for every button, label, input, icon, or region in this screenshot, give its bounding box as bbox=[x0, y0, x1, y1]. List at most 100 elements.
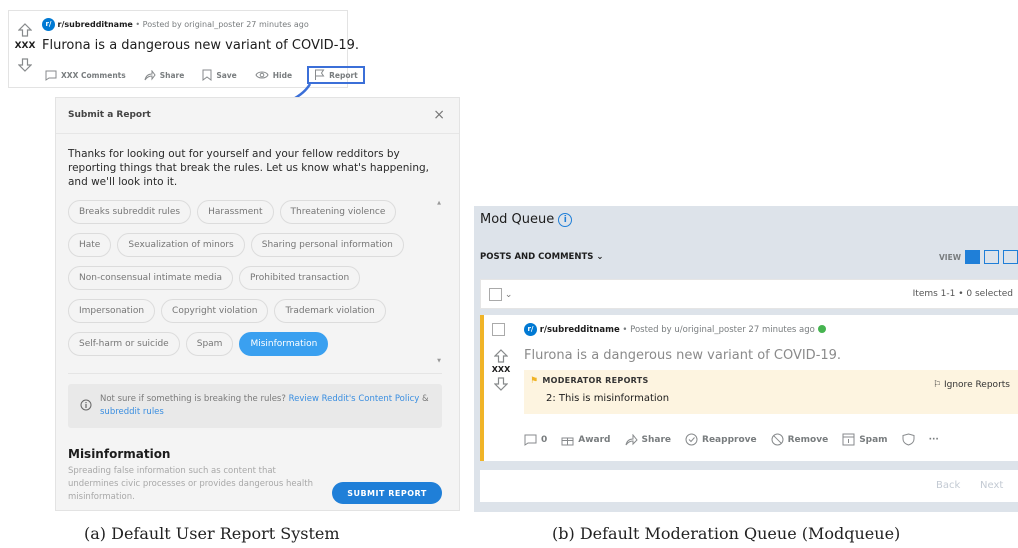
view-switcher: VIEW bbox=[939, 250, 1018, 264]
item-actions: 0 Award Share Reapprove Remove Spam ··· bbox=[524, 433, 939, 446]
save-label: Save bbox=[216, 70, 237, 80]
selected-reason-title: Misinformation bbox=[68, 447, 171, 461]
chevron-down-icon: ⌄ bbox=[596, 252, 604, 262]
spam-button[interactable]: Spam bbox=[842, 433, 888, 446]
comments-button[interactable]: XXX Comments bbox=[42, 66, 129, 84]
mod-queue: Mod Queue i POSTS AND COMMENTS ⌄ VIEW ⌄ I… bbox=[474, 206, 1018, 512]
reason-chip-impersonation[interactable]: Impersonation bbox=[68, 299, 156, 323]
remove-label: Remove bbox=[787, 434, 829, 445]
comment-icon bbox=[45, 70, 57, 81]
ban-icon bbox=[771, 433, 784, 446]
chip-row: Non-consensual intimate media Prohibited… bbox=[68, 266, 433, 290]
post-meta: r/ r/subredditname • Posted by original_… bbox=[42, 18, 309, 31]
item-checkbox[interactable] bbox=[492, 323, 505, 336]
reason-chip-copyright[interactable]: Copyright violation bbox=[161, 299, 269, 323]
dialog-description: Thanks for looking out for yourself and … bbox=[68, 148, 429, 188]
report-label: Report bbox=[329, 70, 358, 80]
item-title[interactable]: Flurona is a dangerous new variant of CO… bbox=[524, 348, 841, 363]
caption-left: (a) Default User Report System bbox=[84, 524, 340, 543]
remove-button[interactable]: Remove bbox=[771, 433, 829, 446]
downvote-icon[interactable] bbox=[494, 377, 508, 391]
downvote-icon[interactable] bbox=[18, 57, 32, 72]
dialog-header: Submit a Report × bbox=[56, 98, 459, 134]
close-icon[interactable]: × bbox=[433, 107, 445, 123]
items-count: Items 1-1 • 0 selected bbox=[912, 289, 1013, 299]
comments-button[interactable]: 0 bbox=[524, 434, 547, 446]
upvote-icon[interactable] bbox=[18, 22, 32, 37]
award-button[interactable]: Award bbox=[561, 434, 611, 446]
subreddit-rules-link[interactable]: subreddit rules bbox=[100, 407, 164, 417]
report-reasons: Breaks subreddit rules Harassment Threat… bbox=[68, 200, 433, 372]
more-options-icon[interactable]: ··· bbox=[929, 435, 939, 445]
reason-chip-breaks-rules[interactable]: Breaks subreddit rules bbox=[68, 200, 192, 224]
reason-chip-spam[interactable]: Spam bbox=[185, 332, 234, 356]
caption-right: (b) Default Moderation Queue (Modqueue) bbox=[552, 524, 901, 543]
back-button[interactable]: Back bbox=[936, 480, 960, 491]
reapprove-button[interactable]: Reapprove bbox=[685, 433, 757, 446]
report-entry: 2: This is misinformation bbox=[546, 393, 670, 404]
vote-column: XXX bbox=[13, 19, 37, 73]
dialog-title: Submit a Report bbox=[68, 110, 151, 120]
spam-label: Spam bbox=[859, 434, 888, 445]
reports-label: MODERATOR REPORTS bbox=[542, 376, 649, 385]
next-button[interactable]: Next bbox=[980, 480, 1003, 491]
reports-heading: ⚑ MODERATOR REPORTS bbox=[530, 376, 649, 386]
vote-column: XXX bbox=[491, 349, 511, 391]
item-meta: r/ r/subredditname • Posted by u/origina… bbox=[524, 323, 826, 336]
scroll-down-icon[interactable]: ▼ bbox=[436, 358, 442, 364]
approved-icon bbox=[817, 325, 826, 333]
select-all-checkbox[interactable] bbox=[489, 288, 502, 301]
vote-count: XXX bbox=[14, 41, 36, 51]
flag-icon: ⚑ bbox=[530, 376, 539, 386]
policy-info-amp: & bbox=[419, 394, 429, 404]
comment-icon bbox=[524, 434, 537, 446]
share-button[interactable]: Share bbox=[625, 433, 672, 446]
vote-count: XXX bbox=[491, 365, 511, 374]
shield-button[interactable] bbox=[902, 433, 915, 446]
chevron-down-icon[interactable]: ⌄ bbox=[505, 290, 513, 300]
subreddit-avatar: r/ bbox=[524, 323, 537, 336]
reason-chip-prohibited-transaction[interactable]: Prohibited transaction bbox=[239, 266, 361, 290]
chip-row: Impersonation Copyright violation Tradem… bbox=[68, 299, 433, 323]
reason-chip-hate[interactable]: Hate bbox=[68, 233, 112, 257]
content-policy-link[interactable]: Review Reddit's Content Policy bbox=[289, 394, 420, 404]
info-icon[interactable]: i bbox=[558, 213, 573, 227]
reason-chip-trademark[interactable]: Trademark violation bbox=[274, 299, 386, 323]
reason-chip-self-harm[interactable]: Self-harm or suicide bbox=[68, 332, 180, 356]
card-view-icon[interactable] bbox=[965, 250, 980, 264]
subreddit-link[interactable]: r/subredditname bbox=[58, 20, 133, 29]
share-label: Share bbox=[641, 434, 672, 445]
reason-chip-sexualization-minors[interactable]: Sexualization of minors bbox=[117, 233, 245, 257]
share-label: Share bbox=[159, 70, 185, 80]
subreddit-link[interactable]: r/subredditname bbox=[540, 325, 620, 335]
select-all[interactable]: ⌄ bbox=[489, 288, 512, 301]
selection-bar: ⌄ Items 1-1 • 0 selected bbox=[480, 279, 1018, 309]
gift-icon bbox=[561, 437, 574, 445]
chip-row: Breaks subreddit rules Harassment Threat… bbox=[68, 200, 433, 224]
flag-icon: ⚐ bbox=[933, 380, 944, 390]
post-card: XXX r/ r/subredditname • Posted by origi… bbox=[8, 10, 365, 88]
submit-report-button[interactable]: SUBMIT REPORT bbox=[332, 482, 442, 504]
check-circle-icon bbox=[685, 433, 698, 446]
spam-icon bbox=[842, 433, 855, 446]
queue-item: r/ r/subredditname • Posted by u/origina… bbox=[480, 315, 1018, 461]
chip-row: Self-harm or suicide Spam Misinformation bbox=[68, 332, 433, 356]
upvote-icon[interactable] bbox=[494, 349, 508, 363]
chips-scrollbar[interactable]: ▲ ▼ bbox=[436, 200, 442, 372]
report-dialog: Submit a Report × Thanks for looking out… bbox=[55, 97, 460, 511]
classic-view-icon[interactable] bbox=[984, 250, 999, 264]
post-title[interactable]: Flurona is a dangerous new variant of CO… bbox=[42, 38, 359, 53]
horizontal-scrollbar[interactable] bbox=[68, 373, 442, 378]
compact-view-icon[interactable] bbox=[1003, 250, 1018, 264]
subreddit-avatar: r/ bbox=[42, 18, 55, 31]
comments-label: XXX Comments bbox=[61, 70, 126, 80]
filter-bar: POSTS AND COMMENTS ⌄ bbox=[480, 252, 1018, 262]
ignore-reports-button[interactable]: ⚐ Ignore Reports bbox=[933, 380, 1010, 390]
share-icon bbox=[144, 69, 156, 80]
reason-chip-intimate-media[interactable]: Non-consensual intimate media bbox=[68, 266, 234, 290]
reason-chip-misinformation[interactable]: Misinformation bbox=[239, 332, 329, 356]
filter-dropdown[interactable]: POSTS AND COMMENTS ⌄ bbox=[480, 252, 603, 262]
reason-chip-harassment[interactable]: Harassment bbox=[197, 200, 274, 224]
reason-chip-personal-info[interactable]: Sharing personal information bbox=[250, 233, 404, 257]
reason-chip-threatening-violence[interactable]: Threatening violence bbox=[279, 200, 397, 224]
